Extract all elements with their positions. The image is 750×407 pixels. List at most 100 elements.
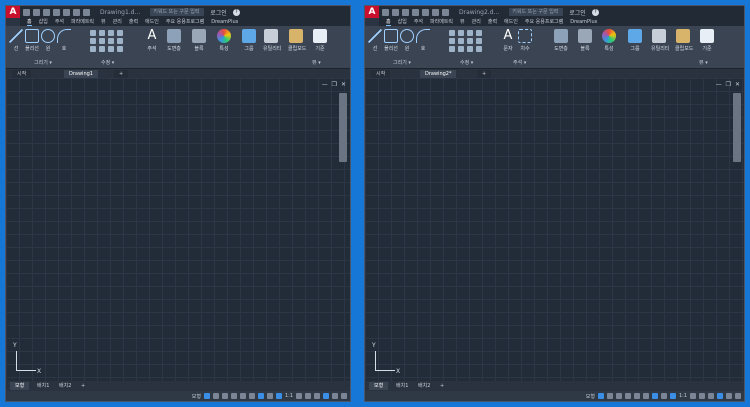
layers-tool[interactable]: 도면층 [166, 29, 182, 52]
isolate-icon[interactable] [314, 393, 320, 399]
model-space-toggle[interactable]: 모형 [192, 393, 201, 400]
customize-menu-icon[interactable] [341, 393, 347, 399]
arc-tool[interactable]: 호 [56, 29, 72, 52]
tab-home[interactable]: 홈 [386, 18, 391, 26]
explode-icon[interactable] [117, 38, 123, 44]
otrack-icon[interactable] [642, 393, 649, 399]
search-input[interactable]: 키워드 또는 구문 입력 [150, 8, 205, 16]
autocad-logo[interactable]: A [6, 6, 20, 18]
hardware-acceleration-icon[interactable] [717, 393, 723, 399]
lineweight-icon[interactable] [651, 393, 658, 399]
text-tool[interactable]: A 문자 [500, 29, 516, 53]
offset-icon[interactable] [117, 46, 123, 52]
circle-tool[interactable]: 원 [399, 29, 415, 52]
annotation-scale[interactable]: 1:1 [679, 393, 687, 399]
copy-icon[interactable] [90, 38, 96, 44]
tab-view[interactable]: 뷰 [101, 18, 106, 25]
tab-view[interactable]: 뷰 [460, 18, 465, 25]
login-button[interactable]: 로그인 [569, 8, 586, 17]
line-tool[interactable]: 선 [8, 29, 24, 52]
help-icon[interactable]: ? [232, 8, 240, 16]
tab-manage[interactable]: 관리 [472, 18, 481, 25]
fillet-icon[interactable] [108, 38, 114, 44]
clipboard-tool[interactable]: 클립보드 [675, 29, 693, 52]
annotation-scale-icon[interactable] [669, 393, 676, 399]
viewport-controls[interactable]: — ❐ ✕ [716, 81, 741, 88]
scale-icon[interactable] [99, 46, 105, 52]
grid-icon[interactable] [597, 393, 604, 399]
save-as-icon[interactable] [53, 8, 60, 16]
isolate-icon[interactable] [708, 393, 714, 399]
clean-screen-icon[interactable] [332, 393, 338, 399]
save-icon[interactable] [43, 8, 50, 16]
viewport-controls[interactable]: — ❐ ✕ [322, 81, 347, 88]
erase-icon[interactable] [117, 30, 123, 36]
new-tab-button[interactable]: + [477, 70, 492, 78]
panel-view-label[interactable]: 뷰 ▾ [312, 59, 321, 66]
tab-dreamplus[interactable]: DreamPlus [570, 19, 597, 25]
group-tool[interactable]: 그룹 [241, 29, 257, 52]
clean-screen-icon[interactable] [726, 393, 732, 399]
annotation-scale-icon[interactable] [275, 393, 282, 399]
tab-featured-apps[interactable]: 주요 응용프로그램 [166, 18, 204, 25]
add-layout-button[interactable]: + [76, 382, 90, 390]
annotation-visibility-icon[interactable] [660, 393, 667, 399]
tab-addins[interactable]: 애드인 [504, 18, 518, 25]
annotation-visibility-icon[interactable] [266, 393, 273, 399]
annotation-tool[interactable]: A 주석 [144, 29, 160, 53]
panel-view-label[interactable]: 뷰 ▾ [699, 59, 708, 66]
save-as-icon[interactable] [412, 8, 419, 16]
stretch-icon[interactable] [90, 46, 96, 52]
erase-icon[interactable] [476, 30, 482, 36]
tab-dreamplus[interactable]: DreamPlus [211, 19, 238, 25]
base-tool[interactable]: 기준 [312, 29, 328, 52]
polar-icon[interactable] [624, 393, 631, 399]
mirror-icon[interactable] [99, 38, 105, 44]
help-icon[interactable]: ? [591, 8, 599, 16]
plot-icon[interactable] [63, 8, 70, 16]
tab-annotate[interactable]: 주석 [55, 18, 64, 25]
plot-icon[interactable] [422, 8, 429, 16]
snap-icon[interactable] [606, 393, 613, 399]
ortho-icon[interactable] [221, 393, 228, 399]
base-tool[interactable]: 기준 [699, 29, 715, 52]
polyline-tool[interactable]: 폴리선 [383, 29, 399, 52]
plus-icon[interactable] [699, 393, 705, 399]
gear-icon[interactable] [296, 393, 302, 399]
navigation-bar[interactable] [733, 93, 741, 162]
drawing-canvas[interactable]: — ❐ ✕ YX [365, 78, 744, 381]
layers-tool[interactable]: 도면층 [553, 29, 569, 52]
mirror-icon[interactable] [458, 38, 464, 44]
model-space-toggle[interactable]: 모형 [586, 393, 595, 400]
utilities-tool[interactable]: 유틸리티 [263, 29, 281, 52]
panel-draw-label[interactable]: 그리기 ▾ [393, 59, 411, 66]
save-icon[interactable] [402, 8, 409, 16]
tab-parametric[interactable]: 파라메트릭 [430, 18, 453, 25]
clipboard-tool[interactable]: 클립보드 [288, 29, 306, 52]
tab-layout2[interactable]: 배치2 [54, 382, 76, 390]
undo-icon[interactable] [432, 8, 439, 16]
polar-icon[interactable] [230, 393, 237, 399]
plus-icon[interactable] [305, 393, 311, 399]
redo-icon[interactable] [442, 8, 449, 16]
new-file-icon[interactable] [382, 8, 389, 16]
new-tab-button[interactable]: + [114, 70, 129, 78]
move-icon[interactable] [449, 30, 455, 36]
array-icon[interactable] [467, 46, 473, 52]
stretch-icon[interactable] [449, 46, 455, 52]
tab-parametric[interactable]: 파라메트릭 [71, 18, 94, 25]
array-icon[interactable] [108, 46, 114, 52]
tab-drawing1[interactable]: Drawing1 [64, 70, 98, 78]
new-file-icon[interactable] [23, 8, 30, 16]
tab-layout2[interactable]: 배치2 [413, 382, 435, 390]
trim-icon[interactable] [467, 30, 473, 36]
search-input[interactable]: 키워드 또는 구문 입력 [509, 8, 564, 16]
gear-icon[interactable] [690, 393, 696, 399]
login-button[interactable]: 로그인 [210, 8, 227, 17]
hardware-acceleration-icon[interactable] [323, 393, 329, 399]
panel-annotation-label[interactable]: 주석 ▾ [513, 59, 526, 66]
lineweight-icon[interactable] [257, 393, 264, 399]
customize-menu-icon[interactable] [735, 393, 741, 399]
tab-model[interactable]: 모형 [10, 382, 30, 390]
tab-addins[interactable]: 애드인 [145, 18, 159, 25]
